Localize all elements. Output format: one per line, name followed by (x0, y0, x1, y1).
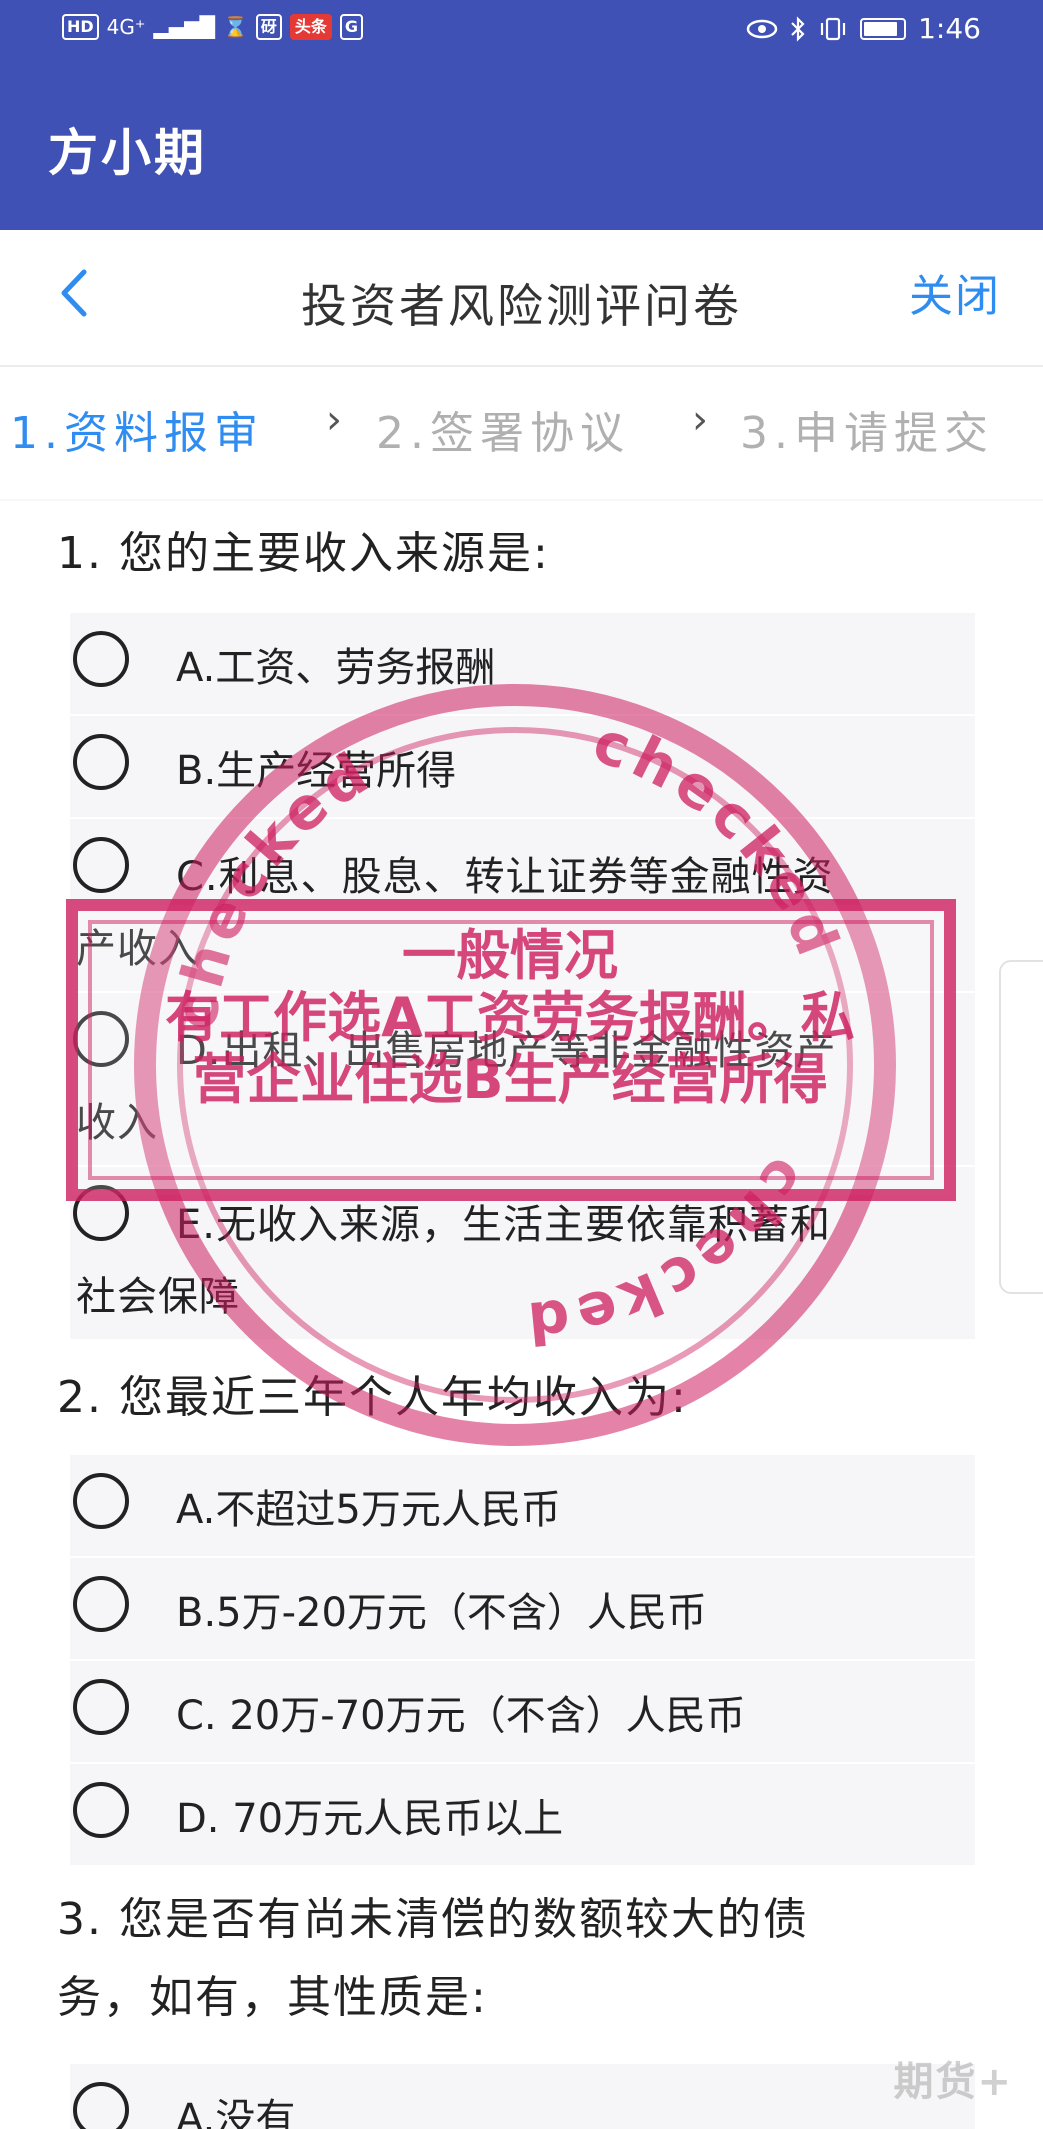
question-3-title-line2: 务，如有，其性质是: (57, 1972, 488, 2023)
option-2b[interactable]: B.5万-20万元（不含）人民币 (70, 1558, 975, 1661)
radio-button[interactable] (73, 734, 129, 790)
question-1-title: 1. 您的主要收入来源是: (57, 528, 550, 579)
option-label-line1: D.出租、出售房地产等非金融性资产 (176, 1028, 837, 1074)
status-bar-right-icons: 1:46 (746, 12, 981, 45)
app-title: 方小期 (48, 124, 207, 182)
option-1a[interactable]: A.工资、劳务报酬 (70, 613, 975, 716)
status-bar-left-icons: HD 4G⁺ ▂▄▆█ ⌛ 砑 头条 G (62, 14, 364, 40)
watermark-logo: 期货+ (893, 2059, 1013, 2105)
step-2: 2.签署协议 (376, 408, 630, 459)
option-label: D. 70万元人民币以上 (176, 1796, 564, 1842)
radio-button[interactable] (73, 1011, 129, 1067)
question-3-options: A.没有 (70, 2064, 975, 2129)
option-label-line2: 社会保障 (76, 1274, 240, 1320)
option-label-line2: 收入 (76, 1100, 158, 1146)
option-label: A.不超过5万元人民币 (176, 1487, 561, 1533)
option-1d[interactable]: D.出租、出售房地产等非金融性资产 收入 (70, 993, 975, 1167)
option-2d[interactable]: D. 70万元人民币以上 (70, 1764, 975, 1865)
option-label: A.没有 (176, 2096, 296, 2129)
app-notification-icon: 砑 (255, 14, 282, 40)
status-bar: HD 4G⁺ ▂▄▆█ ⌛ 砑 头条 G 1:46 (0, 0, 1043, 63)
option-label: C.利息、股息、转让证券等金融性资 产收入 (76, 841, 834, 985)
nav-bar: 投资者风险测评问卷 关闭 (0, 230, 1043, 367)
question-3-title: 3. 您是否有尚未清偿的数额较大的债 务，如有，其性质是: (57, 1881, 809, 2037)
question-1-options: A.工资、劳务报酬 B.生产经营所得 C.利息、股息、转让证券等金融性资 产收入… (70, 613, 975, 1339)
radio-button[interactable] (73, 631, 129, 687)
option-label-line1: E.无收入来源，生活主要依靠积蓄和 (176, 1202, 831, 1248)
option-2a[interactable]: A.不超过5万元人民币 (70, 1455, 975, 1558)
option-1b[interactable]: B.生产经营所得 (70, 716, 975, 819)
step-indicator: 1.资料报审 › 2.签署协议 › 3.申请提交 (0, 367, 1043, 499)
option-3a[interactable]: A.没有 (70, 2064, 975, 2129)
hourglass-icon: ⌛ (222, 15, 248, 39)
option-label: D.出租、出售房地产等非金融性资产 收入 (76, 1015, 837, 1159)
signal-icon: ▂▄▆█ (153, 15, 215, 39)
question-2-title: 2. 您最近三年个人年均收入为: (57, 1372, 688, 1423)
radio-button[interactable] (73, 837, 129, 893)
network-4g-icon: 4G⁺ (106, 15, 146, 39)
option-label: A.工资、劳务报酬 (176, 645, 496, 691)
question-3-title-line1: 3. 您是否有尚未清偿的数额较大的债 (57, 1894, 809, 1945)
radio-button[interactable] (73, 1576, 129, 1632)
option-2c[interactable]: C. 20万-70万元（不含）人民币 (70, 1661, 975, 1764)
radio-button[interactable] (73, 1473, 129, 1529)
option-1c[interactable]: C.利息、股息、转让证券等金融性资 产收入 (70, 819, 975, 993)
radio-button[interactable] (73, 2082, 129, 2129)
g-app-notification-icon: G (339, 14, 364, 40)
chevron-right-icon: › (326, 397, 348, 443)
question-2-options: A.不超过5万元人民币 B.5万-20万元（不含）人民币 C. 20万-70万元… (70, 1455, 975, 1865)
option-label: C. 20万-70万元（不含）人民币 (176, 1693, 746, 1739)
status-time: 1:46 (918, 12, 981, 45)
step-3: 3.申请提交 (740, 408, 994, 459)
close-button[interactable]: 关闭 (909, 260, 1001, 324)
questionnaire: 1. 您的主要收入来源是: A.工资、劳务报酬 B.生产经营所得 C.利息、股息… (0, 501, 1043, 2129)
radio-button[interactable] (73, 1185, 129, 1241)
step-1: 1.资料报审 (10, 408, 264, 459)
edge-scroll-handle[interactable] (999, 960, 1043, 1294)
radio-button[interactable] (73, 1782, 129, 1838)
option-label: B.生产经营所得 (176, 748, 457, 794)
page-title: 投资者风险测评问卷 (301, 279, 742, 333)
option-label-line2: 产收入 (76, 926, 199, 972)
app-bar: 方小期 (0, 63, 1043, 230)
battery-icon (860, 17, 907, 40)
vibrate-icon (821, 17, 846, 40)
option-label-line1: C.利息、股息、转让证券等金融性资 (176, 854, 834, 900)
eye-icon (746, 19, 778, 38)
toutiao-notification-icon: 头条 (289, 14, 332, 40)
hd-icon: HD (62, 14, 99, 40)
option-label: E.无收入来源，生活主要依靠积蓄和 社会保障 (76, 1189, 831, 1333)
chevron-right-icon: › (692, 397, 714, 443)
bluetooth-icon (791, 15, 805, 42)
option-1e[interactable]: E.无收入来源，生活主要依靠积蓄和 社会保障 (70, 1167, 975, 1339)
radio-button[interactable] (73, 1679, 129, 1735)
option-label: B.5万-20万元（不含）人民币 (176, 1590, 707, 1636)
